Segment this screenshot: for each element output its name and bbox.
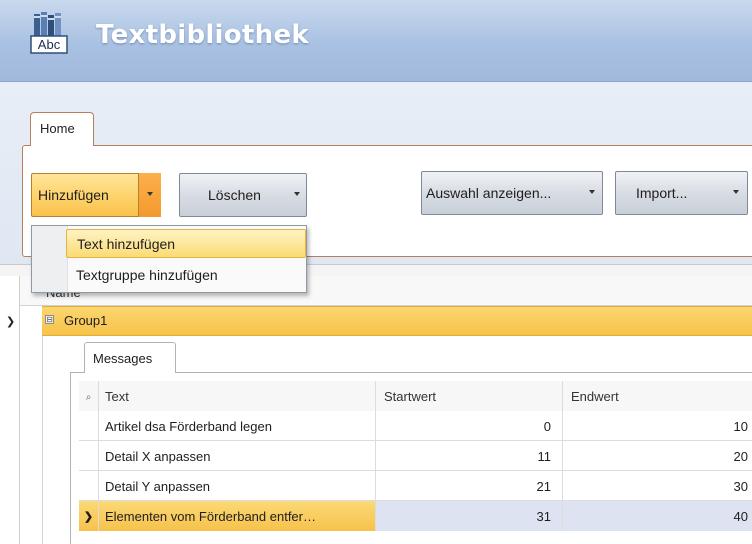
menu-item-add-text[interactable]: Text hinzufügen xyxy=(66,229,306,258)
cell-text[interactable]: Artikel dsa Förderband legen xyxy=(99,411,376,441)
table-row[interactable]: Detail Y anpassen 21 30 xyxy=(79,471,752,501)
table-header: ⌕ Text Startwert Endwert xyxy=(79,381,752,411)
add-split-dropdown[interactable] xyxy=(138,173,161,217)
dropdown-arrow-icon xyxy=(733,190,739,194)
cell-endwert[interactable]: 30 xyxy=(563,471,752,501)
show-selection-label: Auswahl anzeigen... xyxy=(426,185,552,201)
cell-startwert[interactable]: 11 xyxy=(376,441,563,471)
dropdown-arrow-icon xyxy=(294,192,300,196)
row-indicator-icon: ❯ xyxy=(6,315,16,328)
table-row[interactable]: Artikel dsa Förderband legen 0 10 xyxy=(79,411,752,441)
delete-button[interactable]: Löschen xyxy=(179,173,307,217)
detail-divider xyxy=(42,336,43,544)
cell-startwert[interactable]: 0 xyxy=(376,411,563,441)
table-row[interactable]: Detail X anpassen 11 20 xyxy=(79,441,752,471)
tab-messages[interactable]: Messages xyxy=(84,342,176,373)
add-dropdown-menu: Text hinzufügen Textgruppe hinzufügen xyxy=(31,225,307,293)
show-selection-button[interactable]: Auswahl anzeigen... xyxy=(421,171,603,215)
row-indicator-cell[interactable] xyxy=(79,471,99,501)
group-row[interactable]: ❯ xyxy=(0,306,752,336)
app-book-icon: Abc xyxy=(30,12,68,54)
svg-text:Abc: Abc xyxy=(38,37,61,52)
cell-endwert[interactable]: 10 xyxy=(563,411,752,441)
tab-home[interactable]: Home xyxy=(30,112,94,146)
column-header-text[interactable]: Text xyxy=(99,381,376,411)
menu-item-add-text-group[interactable]: Textgruppe hinzufügen xyxy=(66,261,306,290)
search-filter-icon[interactable]: ⌕ xyxy=(79,381,99,411)
import-button-label: Import... xyxy=(636,185,688,201)
collapse-icon[interactable]: ⊟ xyxy=(45,315,54,324)
group-row-highlight xyxy=(42,306,752,336)
menu-icon-column xyxy=(32,226,68,292)
cell-endwert[interactable]: 20 xyxy=(563,441,752,471)
cell-text[interactable]: Detail X anpassen xyxy=(99,441,376,471)
cell-text[interactable]: Detail Y anpassen xyxy=(99,471,376,501)
table-row-selected[interactable]: ❯ Elementen vom Förderband entfer… 31 40 xyxy=(79,501,752,531)
row-indicator-cell[interactable] xyxy=(79,411,99,441)
column-header-endwert[interactable]: Endwert xyxy=(563,381,752,411)
add-button-label: Hinzufügen xyxy=(38,187,109,203)
import-button[interactable]: Import... xyxy=(615,171,748,215)
cell-startwert[interactable]: 21 xyxy=(376,471,563,501)
cell-text[interactable]: Elementen vom Förderband entfer… xyxy=(99,501,376,531)
add-button[interactable]: Hinzufügen xyxy=(31,173,161,217)
title-bar: Abc Textbibliothek xyxy=(0,0,752,82)
row-indicator-cell[interactable] xyxy=(79,441,99,471)
cell-startwert[interactable]: 31 xyxy=(376,501,563,531)
column-header-startwert[interactable]: Startwert xyxy=(376,381,563,411)
dropdown-arrow-icon xyxy=(589,190,595,194)
row-indicator-icon[interactable]: ❯ xyxy=(79,501,99,531)
dropdown-arrow-icon xyxy=(147,192,153,196)
group-label: Group1 xyxy=(64,313,108,328)
app-title: Textbibliothek xyxy=(96,20,309,50)
cell-endwert[interactable]: 40 xyxy=(563,501,752,531)
delete-button-label: Löschen xyxy=(208,187,261,203)
